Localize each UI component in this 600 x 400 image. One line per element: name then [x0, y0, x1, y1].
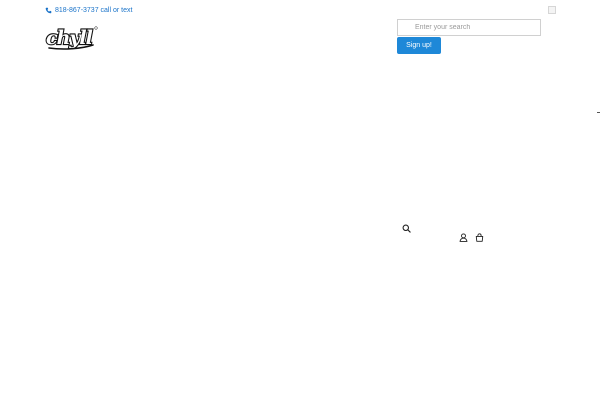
search-input[interactable] — [397, 19, 541, 36]
phone-link[interactable]: 818-867-3737 call or text — [45, 4, 132, 16]
sign-up-button[interactable]: Sign up! — [397, 37, 441, 54]
user-icon[interactable] — [459, 233, 468, 242]
phone-text: 818-867-3737 call or text — [55, 6, 133, 14]
cart-icon[interactable] — [475, 233, 484, 242]
close-box-icon[interactable] — [548, 6, 556, 14]
chyll-logo[interactable]: chyll — [45, 24, 99, 52]
page: 818-867-3737 call or text chyll Sign up! — [0, 0, 600, 400]
search-icon[interactable] — [402, 224, 411, 233]
logo-text: chyll — [46, 27, 93, 49]
phone-icon — [45, 7, 52, 14]
